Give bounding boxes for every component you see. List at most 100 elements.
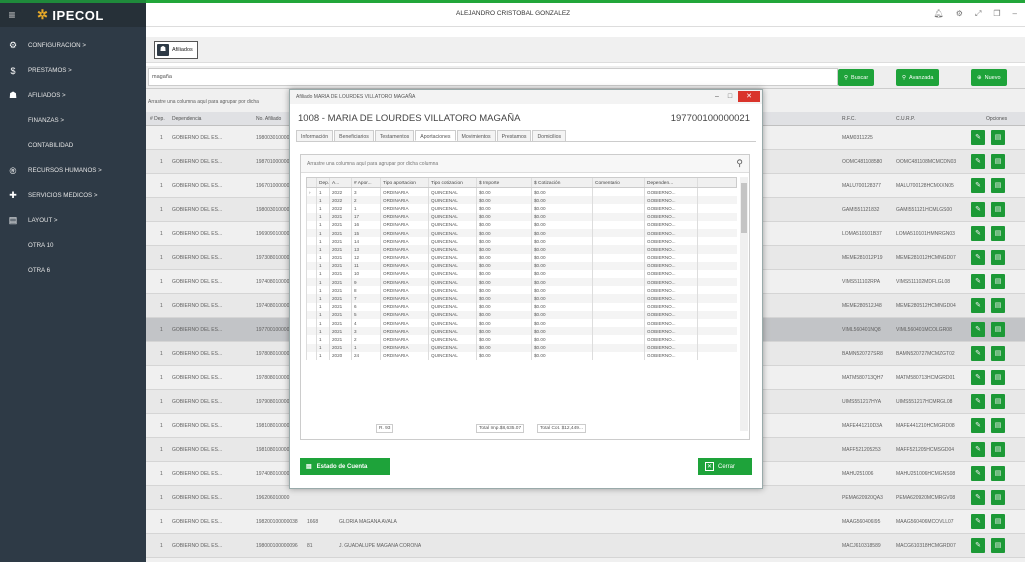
buscar-button[interactable]: ⚲ Buscar [838, 69, 875, 86]
sidebar-item-label: CONTABILIDAD [28, 142, 74, 149]
table-row[interactable]: 1 2021 7 ORDINARIA QUINCENAL $0.00 $0.00 GOBIER… [306, 294, 737, 303]
tab-domicilios[interactable]: Domicilios [532, 130, 567, 141]
close-icon[interactable]: ✕ [738, 91, 760, 102]
menu-icon[interactable]: ≡ [3, 8, 21, 22]
table-row[interactable]: 1 2021 4 ORDINARIA QUINCENAL $0.00 $0.00 GOBIER… [306, 319, 737, 328]
minimize-icon[interactable]: – [1013, 9, 1017, 19]
table-cell: 1 [317, 302, 330, 311]
table-cell [593, 253, 645, 262]
bell-icon[interactable]: 🔔︎ [934, 9, 944, 19]
sidebar-item-5[interactable]: ® RECURSOS HUMANOS > [0, 158, 146, 183]
table-cell: 2021 [330, 253, 352, 262]
nuevo-button[interactable]: ⊕ Nuevo [971, 69, 1007, 86]
table-cell: $0.00 [532, 319, 593, 328]
tab-afiliados[interactable]: ☗ Afiliados [154, 41, 198, 59]
table-row[interactable]: 1 2021 9 ORDINARIA QUINCENAL $0.00 $0.00 GOBIER… [306, 278, 737, 287]
table-row[interactable]: 1 2021 1 ORDINARIA QUINCENAL $0.00 $0.00 GOBIER… [306, 343, 737, 352]
table-cell: 3 [352, 188, 381, 197]
table-cell: 2021 [330, 228, 352, 238]
col-header[interactable]: Dependen... [645, 178, 698, 187]
table-row[interactable]: 1 2021 14 ORDINARIA QUINCENAL $0.00 $0.00 GOBIE… [306, 237, 737, 246]
table-cell: 1 [352, 343, 381, 352]
table-cell: ORDINARIA [381, 253, 429, 262]
table-row[interactable]: 1 2021 6 ORDINARIA QUINCENAL $0.00 $0.00 GOBIER… [306, 302, 737, 311]
avanzada-label: Avanzada [909, 74, 934, 81]
table-row[interactable]: 1 2021 11 ORDINARIA QUINCENAL $0.00 $0.00 GOBIE… [306, 261, 737, 270]
sidebar-item-9[interactable]: OTRA 6 [0, 258, 146, 283]
col-header[interactable]: Tipo aportacion [381, 178, 429, 187]
cerrar-button[interactable]: ✕ Cerrar [698, 458, 752, 475]
table-row[interactable]: 1 2021 8 ORDINARIA QUINCENAL $0.00 $0.00 GOBIER… [306, 286, 737, 295]
table-row[interactable]: › 1 2022 3 ORDINARIA QUINCENAL $0.00 $0.00 GOBIE… [306, 188, 737, 197]
table-cell: 1 [317, 294, 330, 303]
table-cell: 2021 [330, 302, 352, 311]
tab-testamentos[interactable]: Testamentos [374, 130, 415, 141]
table-row[interactable]: 1 2021 13 ORDINARIA QUINCENAL $0.00 $0.00 GOBIE… [306, 245, 737, 254]
table-cell: $0.00 [477, 220, 532, 229]
total-importe: Total Imp.$8,635.07 [476, 424, 525, 433]
expand-icon[interactable]: ⤢ [975, 9, 981, 19]
table-cell: 14 [352, 237, 381, 246]
table-cell: 6 [352, 302, 381, 311]
table-row[interactable]: 1 2020 24 ORDINARIA QUINCENAL $0.00 $0.00 GOBIE… [306, 351, 737, 360]
table-cell: 2021 [330, 294, 352, 303]
table-cell [593, 212, 645, 221]
sidebar-item-4[interactable]: CONTABILIDAD [0, 133, 146, 158]
col-header[interactable]: # Apor... [352, 178, 381, 187]
table-cell: QUINCENAL [429, 327, 477, 336]
table-cell: 24 [352, 351, 381, 360]
table-row[interactable]: 1 2022 2 ORDINARIA QUINCENAL $0.00 $0.00 GOBIER… [306, 196, 737, 205]
avanzada-button[interactable]: ⚲ Avanzada [896, 69, 940, 86]
tab-información[interactable]: Información [296, 130, 334, 141]
sidebar-item-1[interactable]: $ PRESTAMOS > [0, 58, 146, 83]
table-cell: ORDINARIA [381, 261, 429, 270]
table-cell: 2021 [330, 319, 352, 328]
inner-group-hint: Arrastre una columna aquí para agrupar p… [301, 155, 749, 173]
search-input[interactable]: magaña [148, 68, 838, 86]
table-row[interactable]: 1 2021 16 ORDINARIA QUINCENAL $0.00 $0.00 GOBIE… [306, 220, 737, 229]
sidebar-item-7[interactable]: ▤ LAYOUT > [0, 208, 146, 233]
col-header[interactable]: $ Importe [477, 178, 532, 187]
table-row[interactable]: 1 2022 1 ORDINARIA QUINCENAL $0.00 $0.00 GOBIER… [306, 204, 737, 213]
aportaciones-table: Dep. A... # Apor... Tipo aportacion Tipo cot… [306, 177, 737, 360]
table-row[interactable]: 1 2021 15 ORDINARIA QUINCENAL $0.00 $0.00 GOBIE… [306, 228, 737, 238]
table-cell: QUINCENAL [429, 294, 477, 303]
search-icon[interactable]: ⚲ [736, 158, 743, 169]
estado-cuenta-button[interactable]: ▤ Estado de Cuenta [300, 458, 390, 475]
sidebar-item-6[interactable]: ✚ SERVICIOS MEDICOS > [0, 183, 146, 208]
estado-label: Estado de Cuenta [316, 463, 368, 470]
table-row[interactable]: 1 2021 17 ORDINARIA QUINCENAL $0.00 $0.00 GOBIE… [306, 212, 737, 221]
table-cell: $0.00 [477, 310, 532, 319]
table-row[interactable]: 1 2021 3 ORDINARIA QUINCENAL $0.00 $0.00 GOBIER… [306, 327, 737, 336]
table-cell [593, 286, 645, 295]
table-row[interactable]: 1 2021 12 ORDINARIA QUINCENAL $0.00 $0.00 GOBIE… [306, 253, 737, 262]
tab-prestamos[interactable]: Prestamos [496, 130, 532, 141]
col-header[interactable]: Tipo cotizacion [429, 178, 477, 187]
col-header[interactable]: $ Cotización [532, 178, 593, 187]
table-cell: $0.00 [477, 228, 532, 238]
table-row[interactable]: 1 2021 10 ORDINARIA QUINCENAL $0.00 $0.00 GOBIE… [306, 269, 737, 279]
sidebar-item-0[interactable]: ⚙ CONFIGURACION > [0, 33, 146, 58]
col-header[interactable]: A... [330, 178, 352, 187]
table-cell: 1 [317, 188, 330, 197]
scroll-thumb[interactable] [741, 183, 747, 233]
tab-movimientos[interactable]: Movimientos [456, 130, 496, 141]
sidebar-item-2[interactable]: ☗ AFILIADOS > [0, 83, 146, 108]
row-indicator [307, 253, 317, 262]
sidebar-item-8[interactable]: OTRA 10 [0, 233, 146, 258]
maximize-icon[interactable]: □ [725, 93, 735, 100]
vertical-scrollbar[interactable] [740, 177, 748, 431]
sidebar-item-3[interactable]: FINANZAS > [0, 108, 146, 133]
table-cell: $0.00 [532, 327, 593, 336]
table-row[interactable]: 1 2021 5 ORDINARIA QUINCENAL $0.00 $0.00 GOBIER… [306, 310, 737, 319]
row-indicator [307, 220, 317, 229]
minimize-icon[interactable]: – [712, 93, 722, 100]
row-indicator [307, 278, 317, 287]
tab-beneficiarios[interactable]: Beneficiarios [334, 130, 374, 141]
tab-aportaciones[interactable]: Aportaciones [415, 130, 456, 141]
gear-icon[interactable]: ⚙ [956, 9, 963, 19]
col-header[interactable]: Dep. [317, 178, 330, 187]
window-icon[interactable]: ❐ [993, 9, 1000, 19]
table-row[interactable]: 1 2021 2 ORDINARIA QUINCENAL $0.00 $0.00 GOBIER… [306, 335, 737, 344]
col-header[interactable]: Comentario [593, 178, 645, 187]
